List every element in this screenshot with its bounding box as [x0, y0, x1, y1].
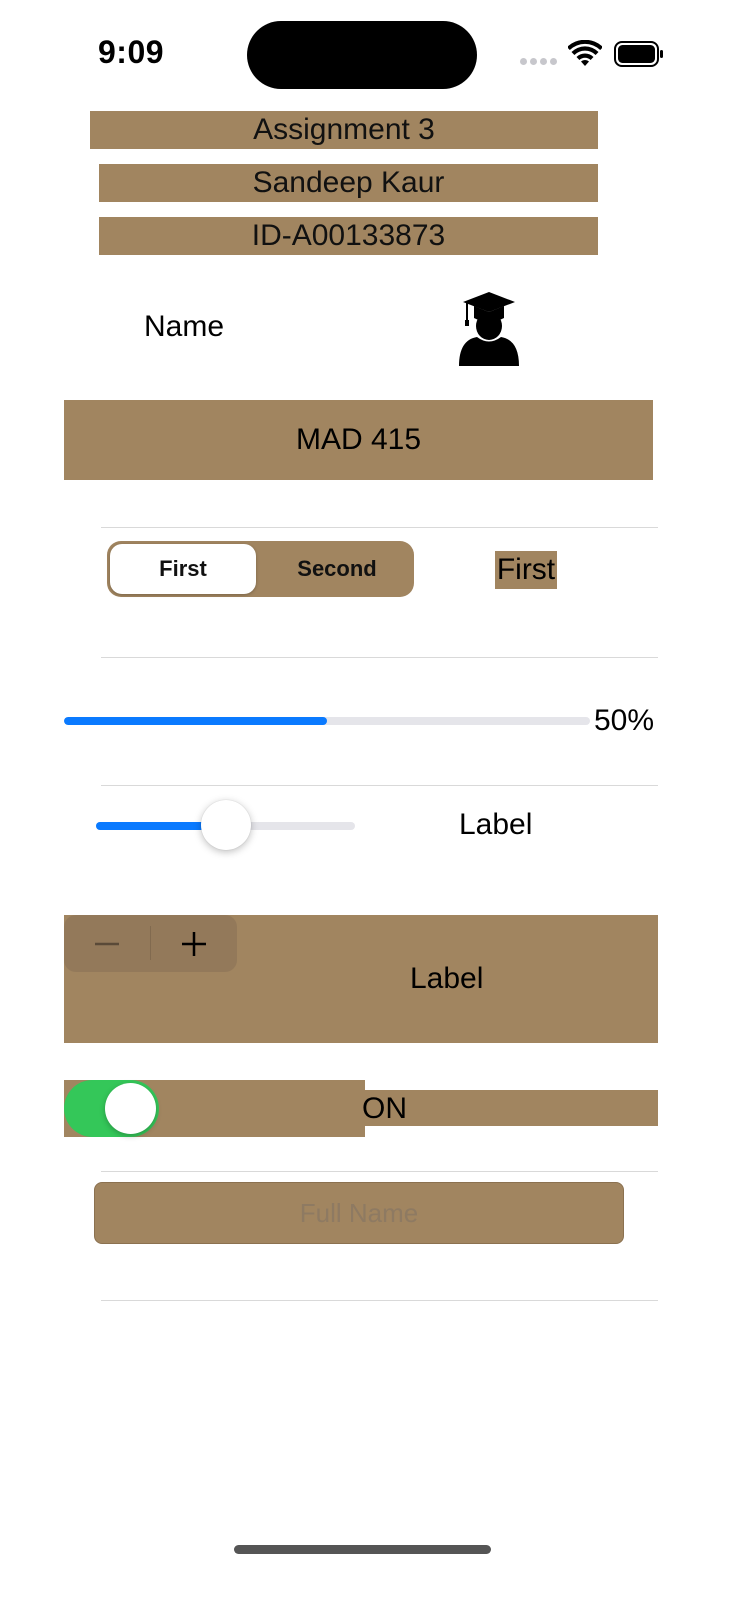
segment-first[interactable]: First [110, 541, 256, 597]
separator [101, 1300, 658, 1301]
stepper-value-label: Label [410, 962, 484, 995]
minus-icon [95, 942, 119, 945]
segment-result-label: First [495, 551, 557, 589]
slider-value-label: Label [459, 808, 533, 841]
course-label: MAD 415 [64, 400, 653, 480]
signal-dots-icon [520, 58, 560, 66]
stepper-plus-button[interactable] [151, 915, 237, 972]
graduate-icon [459, 292, 519, 366]
name-label: Name [144, 310, 225, 343]
progress-bar [64, 717, 590, 725]
stepper-minus-button[interactable] [64, 915, 150, 972]
segment-second[interactable]: Second [264, 541, 410, 597]
wifi-icon [568, 40, 602, 66]
segmented-control[interactable]: First Second [107, 541, 414, 597]
separator [101, 785, 658, 786]
student-id-label: ID-A00133873 [99, 217, 598, 255]
plus-icon [182, 931, 206, 956]
toggle-state-label: ON [362, 1092, 407, 1125]
slider-thumb[interactable] [200, 800, 251, 850]
separator [101, 657, 658, 658]
home-indicator[interactable] [234, 1545, 491, 1554]
toggle-knob [105, 1083, 156, 1134]
separator [101, 527, 658, 528]
assignment-title: Assignment 3 [90, 111, 598, 149]
stepper[interactable] [64, 915, 237, 972]
toggle-switch[interactable] [64, 1080, 159, 1137]
separator [101, 1171, 658, 1172]
dynamic-island [247, 21, 477, 89]
progress-fill [64, 717, 327, 725]
full-name-input[interactable] [94, 1182, 624, 1244]
status-time: 9:09 [98, 34, 165, 70]
student-name-label: Sandeep Kaur [99, 164, 598, 202]
battery-icon [614, 41, 663, 67]
progress-percent-label: 50% [594, 704, 655, 737]
